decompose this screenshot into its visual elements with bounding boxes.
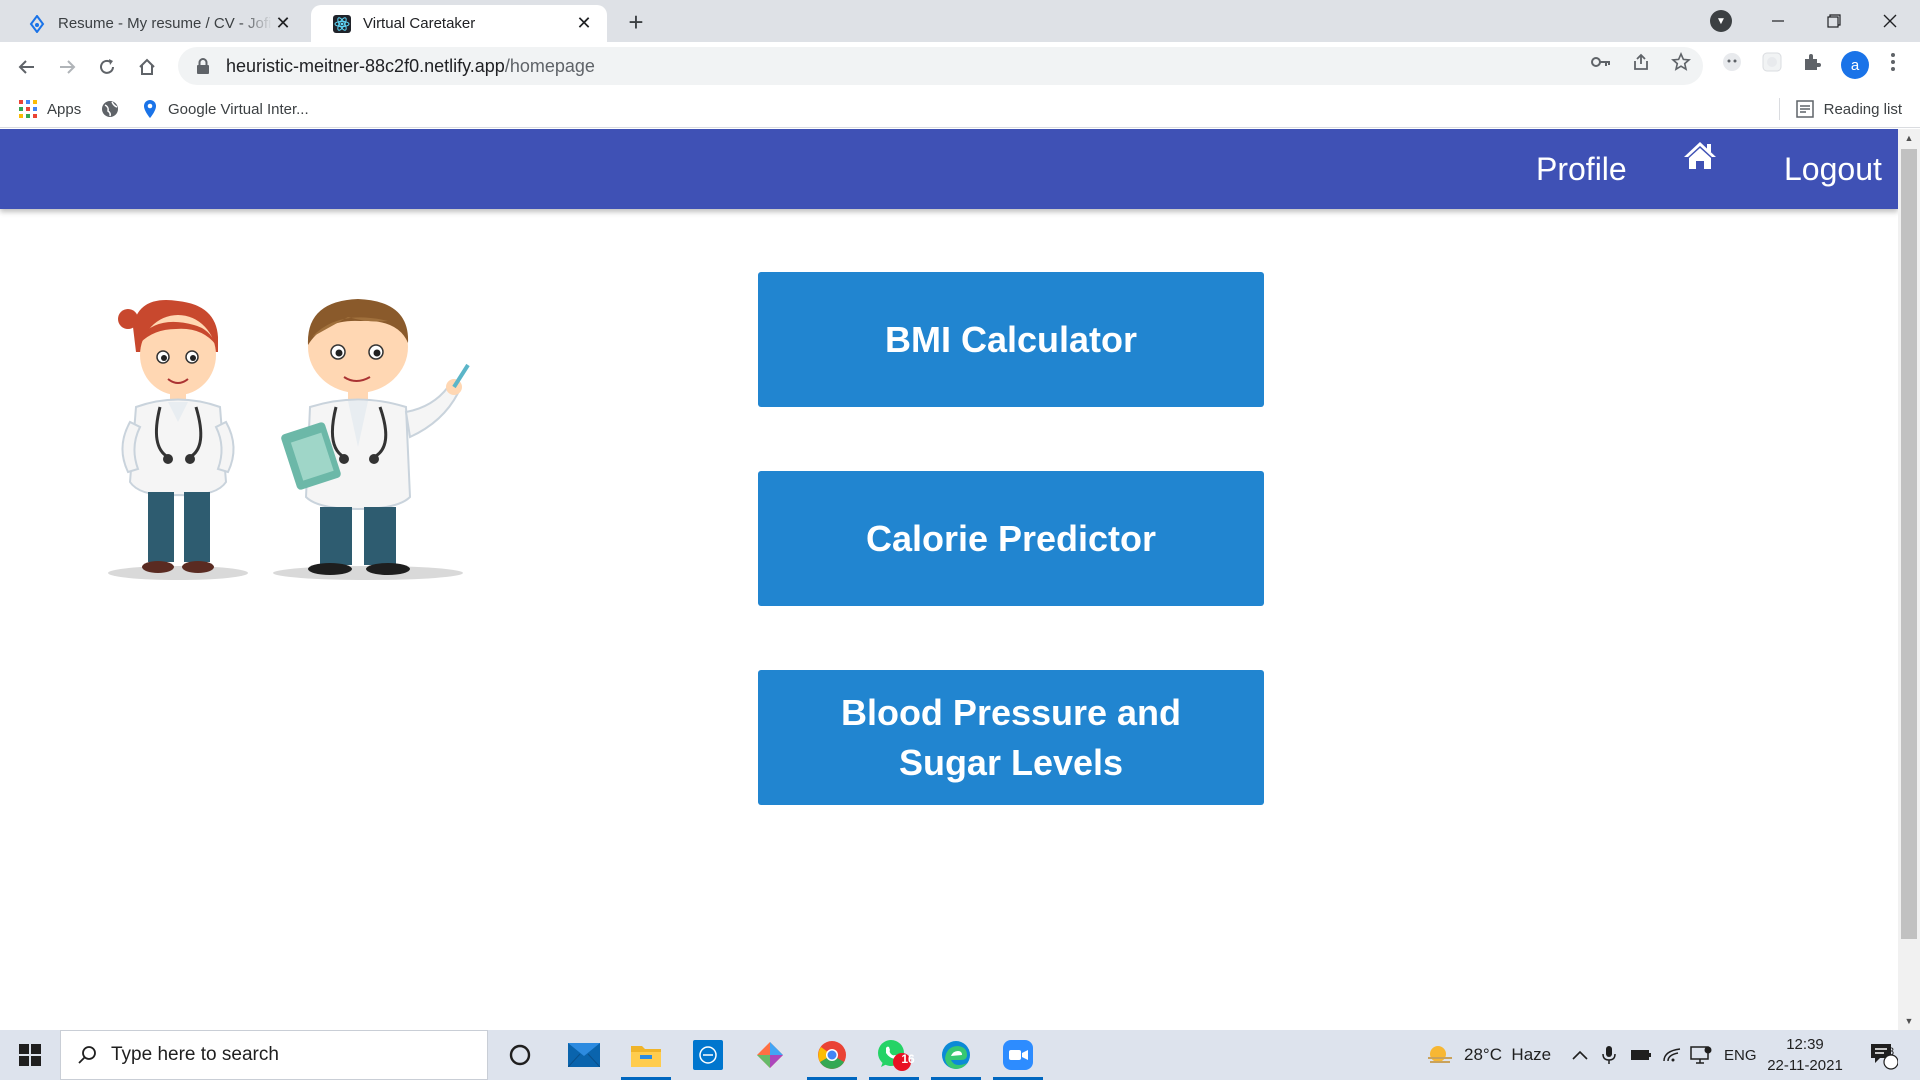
url-text: heuristic-meitner-88c2f0.netlify.app/hom… bbox=[226, 56, 595, 77]
extension-sloth-icon[interactable] bbox=[1721, 51, 1743, 73]
key-icon[interactable] bbox=[1590, 51, 1612, 73]
url-path: /homepage bbox=[504, 55, 595, 76]
scroll-down-icon[interactable]: ▼ bbox=[1898, 1012, 1920, 1030]
tab-search-icon[interactable]: ▼ bbox=[1710, 10, 1732, 32]
weather-widget[interactable]: 28°C Haze bbox=[1426, 1030, 1551, 1080]
whatsapp-badge: 16 bbox=[901, 1052, 915, 1066]
nav-profile-link[interactable]: Profile bbox=[1536, 129, 1627, 209]
extension-pin-icon[interactable] bbox=[1761, 51, 1783, 73]
tab-title: Virtual Caretaker bbox=[363, 15, 476, 32]
screen: Resume - My resume / CV - Jofib ✕ Virtua… bbox=[0, 0, 1920, 1080]
zoom-icon[interactable] bbox=[989, 1030, 1047, 1080]
react-atom-icon bbox=[333, 14, 351, 33]
taskbar-search-box[interactable]: Type here to search bbox=[60, 1030, 488, 1080]
clock-time: 12:39 bbox=[1786, 1036, 1824, 1053]
globe-icon bbox=[100, 99, 120, 119]
forward-icon[interactable] bbox=[52, 52, 82, 82]
game-app-icon[interactable] bbox=[741, 1030, 799, 1080]
battery-icon[interactable] bbox=[1630, 1030, 1652, 1080]
microphone-icon[interactable] bbox=[1602, 1030, 1616, 1080]
lock-icon[interactable] bbox=[194, 57, 212, 75]
tab-resume[interactable]: Resume - My resume / CV - Jofib ✕ bbox=[6, 5, 306, 42]
bookmark-label: Google Virtual Inter... bbox=[168, 100, 309, 118]
reading-list[interactable]: Reading list bbox=[1778, 90, 1902, 128]
cortana-icon[interactable] bbox=[491, 1030, 549, 1080]
back-icon[interactable] bbox=[12, 52, 42, 82]
whatsapp-icon[interactable]: 16 bbox=[865, 1030, 923, 1080]
tab-virtual-caretaker[interactable]: Virtual Caretaker ✕ bbox=[311, 5, 607, 42]
extensions-puzzle-icon[interactable] bbox=[1801, 51, 1823, 73]
dell-app-icon[interactable] bbox=[679, 1030, 737, 1080]
clock-date: 22-11-2021 bbox=[1767, 1057, 1843, 1074]
scroll-up-icon[interactable]: ▲ bbox=[1898, 129, 1920, 147]
restore-icon[interactable] bbox=[1806, 0, 1862, 42]
bookmark-apps[interactable]: Apps bbox=[19, 90, 81, 128]
app-navbar: Profile Logout bbox=[0, 129, 1898, 209]
profile-avatar[interactable]: a bbox=[1841, 51, 1869, 79]
tab-strip: Resume - My resume / CV - Jofib ✕ Virtua… bbox=[0, 0, 1920, 42]
reading-list-icon bbox=[1795, 100, 1814, 118]
show-hidden-icons-chevron-icon[interactable] bbox=[1572, 1030, 1588, 1080]
menu-kebab-icon[interactable] bbox=[1882, 51, 1904, 73]
home-icon[interactable] bbox=[1680, 136, 1720, 176]
close-window-icon[interactable] bbox=[1862, 0, 1918, 42]
bookmark-google-virtual[interactable]: Google Virtual Inter... bbox=[142, 90, 309, 128]
share-icon[interactable] bbox=[1630, 51, 1652, 73]
windows-taskbar: Type here to search 16 28°C Haze ENG 12:… bbox=[0, 1030, 1920, 1080]
address-bar[interactable]: heuristic-meitner-88c2f0.netlify.app/hom… bbox=[178, 47, 1703, 85]
mail-app-icon[interactable] bbox=[555, 1030, 613, 1080]
chrome-icon[interactable] bbox=[803, 1030, 861, 1080]
reload-icon[interactable] bbox=[92, 52, 122, 82]
divider bbox=[1778, 98, 1780, 120]
map-pin-icon bbox=[142, 99, 158, 119]
apps-grid-icon bbox=[19, 100, 37, 118]
bookmarks-bar: Apps Google Virtual Inter... Reading lis… bbox=[0, 90, 1920, 128]
search-icon bbox=[77, 1045, 97, 1065]
edge-icon[interactable] bbox=[927, 1030, 985, 1080]
language-indicator[interactable]: ENG bbox=[1724, 1030, 1757, 1080]
display-project-icon[interactable] bbox=[1690, 1030, 1712, 1080]
url-host: heuristic-meitner-88c2f0.netlify.app bbox=[226, 55, 505, 76]
browser-toolbar: heuristic-meitner-88c2f0.netlify.app/hom… bbox=[0, 42, 1920, 90]
weather-haze-icon bbox=[1426, 1044, 1454, 1066]
new-tab-button[interactable]: + bbox=[622, 7, 650, 37]
taskbar-search-placeholder: Type here to search bbox=[111, 1044, 279, 1065]
notifications-icon[interactable]: 3 bbox=[1868, 1030, 1898, 1080]
page-scrollbar[interactable]: ▲ ▼ bbox=[1898, 129, 1920, 1030]
scrollbar-thumb[interactable] bbox=[1901, 149, 1917, 939]
bookmark-star-icon[interactable] bbox=[1670, 51, 1692, 73]
wifi-icon[interactable] bbox=[1662, 1030, 1682, 1080]
close-tab-icon[interactable]: ✕ bbox=[573, 13, 595, 35]
weather-text: 28°C Haze bbox=[1464, 1045, 1552, 1064]
tab-title: Resume - My resume / CV - Jofib bbox=[58, 15, 272, 32]
calorie-predictor-button[interactable]: Calorie Predictor bbox=[758, 471, 1264, 606]
minimize-icon[interactable] bbox=[1750, 0, 1806, 42]
notification-count: 3 bbox=[1887, 1046, 1895, 1058]
system-clock[interactable]: 12:39 22-11-2021 bbox=[1760, 1034, 1850, 1076]
resume-site-icon bbox=[28, 14, 46, 33]
blood-pressure-sugar-button[interactable]: Blood Pressure and Sugar Levels bbox=[758, 670, 1264, 805]
windows-start-icon[interactable] bbox=[0, 1030, 60, 1080]
bmi-calculator-button[interactable]: BMI Calculator bbox=[758, 272, 1264, 407]
close-tab-icon[interactable]: ✕ bbox=[272, 13, 294, 35]
reading-list-label: Reading list bbox=[1823, 100, 1902, 118]
bookmark-label: Apps bbox=[47, 100, 82, 118]
doctors-illustration bbox=[98, 297, 478, 587]
bookmark-globe[interactable] bbox=[100, 90, 130, 128]
page-viewport: Profile Logout BMI Calculator Calorie Pr… bbox=[0, 129, 1920, 1030]
file-explorer-icon[interactable] bbox=[617, 1030, 675, 1080]
nav-logout-link[interactable]: Logout bbox=[1784, 129, 1882, 209]
home-icon[interactable] bbox=[132, 52, 162, 82]
